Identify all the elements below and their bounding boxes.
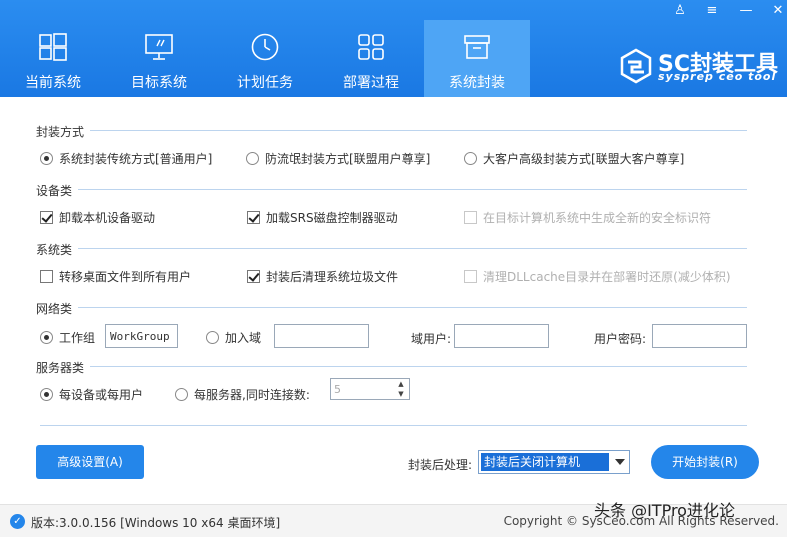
tab-label: 部署过程: [343, 75, 399, 91]
section-title-system: 系统类: [36, 241, 79, 258]
grid-icon: [358, 34, 384, 60]
checkbox-uninstall-drivers[interactable]: 卸载本机设备驱动: [40, 209, 155, 226]
watermark-text: 头条 @ITPro进化论: [594, 501, 735, 520]
section-title-method: 封装方式: [36, 123, 91, 140]
section-divider: [38, 366, 747, 367]
workgroup-input[interactable]: [105, 324, 178, 348]
package-box-icon: [464, 35, 490, 59]
tab-target-system[interactable]: 目标系统: [106, 20, 212, 97]
tab-system-package[interactable]: 系统封装: [424, 20, 530, 97]
radio-indicator[interactable]: [206, 331, 219, 344]
option-label: 封装后清理系统垃圾文件: [266, 270, 399, 284]
tab-label: 目标系统: [131, 75, 187, 91]
checkbox-clean-dllcache: 清理DLLcache目录并在部署时还原(减少体积): [464, 268, 731, 285]
section-title-device: 设备类: [36, 182, 79, 199]
close-button[interactable]: ✕: [764, 2, 787, 20]
radio-workgroup[interactable]: 工作组: [40, 329, 95, 346]
advanced-settings-button[interactable]: 高级设置(A): [36, 445, 144, 479]
windows-logo-icon: [39, 33, 67, 61]
spinner-down-icon[interactable]: ▼: [393, 389, 409, 399]
option-label: 大客户高级封装方式[联盟大客户尊享]: [483, 152, 685, 166]
option-label: 防流氓封装方式[联盟用户尊享]: [265, 152, 431, 166]
domain-user-label: 域用户:: [411, 332, 452, 346]
section-divider: [38, 189, 747, 190]
option-label: 每服务器,同时连接数:: [194, 388, 310, 402]
radio-per-device[interactable]: 每设备或每用户: [40, 386, 143, 403]
radio-indicator[interactable]: [40, 152, 53, 165]
version-check-icon: ✓: [10, 514, 25, 529]
checkbox-indicator[interactable]: [247, 270, 260, 283]
tab-label: 系统封装: [449, 75, 505, 91]
radio-indicator[interactable]: [40, 388, 53, 401]
logo-mark-icon: [620, 48, 652, 84]
logo-subtitle: sysprep ceo tool: [658, 70, 777, 83]
tab-current-system[interactable]: 当前系统: [0, 20, 106, 97]
post-action-select[interactable]: 封装后关闭计算机: [478, 450, 630, 474]
option-label: 每设备或每用户: [59, 388, 144, 402]
checkbox-load-srs-driver[interactable]: 加载SRS磁盘控制器驱动: [247, 209, 398, 226]
tab-scheduled-tasks[interactable]: 计划任务: [212, 20, 318, 97]
minimize-button[interactable]: —: [732, 2, 760, 20]
radio-join-domain[interactable]: 加入域: [206, 329, 261, 346]
connections-spinner[interactable]: ▲ ▼: [330, 378, 410, 400]
post-action-label: 封装后处理:: [408, 458, 473, 472]
tab-label: 当前系统: [25, 75, 81, 91]
checkbox-new-sid: 在目标计算机系统中生成全新的安全标识符: [464, 209, 711, 226]
checkbox-indicator[interactable]: [40, 211, 53, 224]
menu-icon[interactable]: ≡: [698, 2, 726, 20]
radio-method-enterprise[interactable]: 大客户高级封装方式[联盟大客户尊享]: [464, 150, 684, 167]
password-label: 用户密码:: [594, 332, 647, 346]
option-label: 工作组: [59, 331, 96, 345]
radio-indicator[interactable]: [246, 152, 259, 165]
option-label: 清理DLLcache目录并在部署时还原(减少体积): [483, 270, 731, 284]
radio-indicator[interactable]: [175, 388, 188, 401]
checkbox-indicator: [464, 270, 477, 283]
post-action-value: 封装后关闭计算机: [481, 453, 609, 471]
option-label: 加载SRS磁盘控制器驱动: [266, 211, 398, 225]
option-label: 转移桌面文件到所有用户: [59, 270, 192, 284]
spinner-arrows[interactable]: ▲ ▼: [393, 379, 409, 399]
option-label: 系统封装传统方式[普通用户]: [59, 152, 213, 166]
section-divider: [38, 248, 747, 249]
connections-input[interactable]: [331, 379, 393, 399]
radio-method-anti-rogue[interactable]: 防流氓封装方式[联盟用户尊享]: [246, 150, 430, 167]
section-title-server: 服务器类: [36, 359, 91, 376]
radio-method-traditional[interactable]: 系统封装传统方式[普通用户]: [40, 150, 212, 167]
start-package-button[interactable]: 开始封装(R): [651, 445, 759, 479]
app-logo: SC封装工具 sysprep ceo tool: [618, 44, 783, 88]
section-title-network: 网络类: [36, 300, 79, 317]
radio-indicator[interactable]: [464, 152, 477, 165]
actions-divider: [40, 425, 747, 426]
checkbox-clean-junk[interactable]: 封装后清理系统垃圾文件: [247, 268, 398, 285]
domain-input[interactable]: [274, 324, 369, 348]
option-label: 卸载本机设备驱动: [59, 211, 156, 225]
checkbox-indicator: [464, 211, 477, 224]
checkbox-indicator[interactable]: [247, 211, 260, 224]
main-nav: 当前系统 目标系统 计划任务 部署过程 系统封装: [0, 20, 530, 97]
checkbox-move-desktop-files[interactable]: 转移桌面文件到所有用户: [40, 268, 191, 285]
spinner-up-icon[interactable]: ▲: [393, 379, 409, 389]
section-divider: [38, 307, 747, 308]
checkbox-indicator[interactable]: [40, 270, 53, 283]
section-divider: [38, 130, 747, 131]
tab-label: 计划任务: [237, 75, 293, 91]
clock-icon: [251, 33, 279, 61]
option-label: 加入域: [225, 331, 262, 345]
app-header: ♙ ≡ — ✕ 当前系统 目标系统 计划任务 部署过程 系统封装 SC封装工具 …: [0, 0, 787, 97]
monitor-icon: [145, 34, 173, 60]
password-input[interactable]: [652, 324, 747, 348]
version-text: 版本:3.0.0.156 [Windows 10 x64 桌面环境]: [31, 516, 281, 530]
domain-user-input[interactable]: [454, 324, 549, 348]
chevron-down-icon[interactable]: [615, 459, 625, 465]
user-icon[interactable]: ♙: [666, 2, 694, 20]
radio-indicator[interactable]: [40, 331, 53, 344]
radio-per-server[interactable]: 每服务器,同时连接数:: [175, 386, 310, 403]
option-label: 在目标计算机系统中生成全新的安全标识符: [483, 211, 712, 225]
tab-deploy-process[interactable]: 部署过程: [318, 20, 424, 97]
